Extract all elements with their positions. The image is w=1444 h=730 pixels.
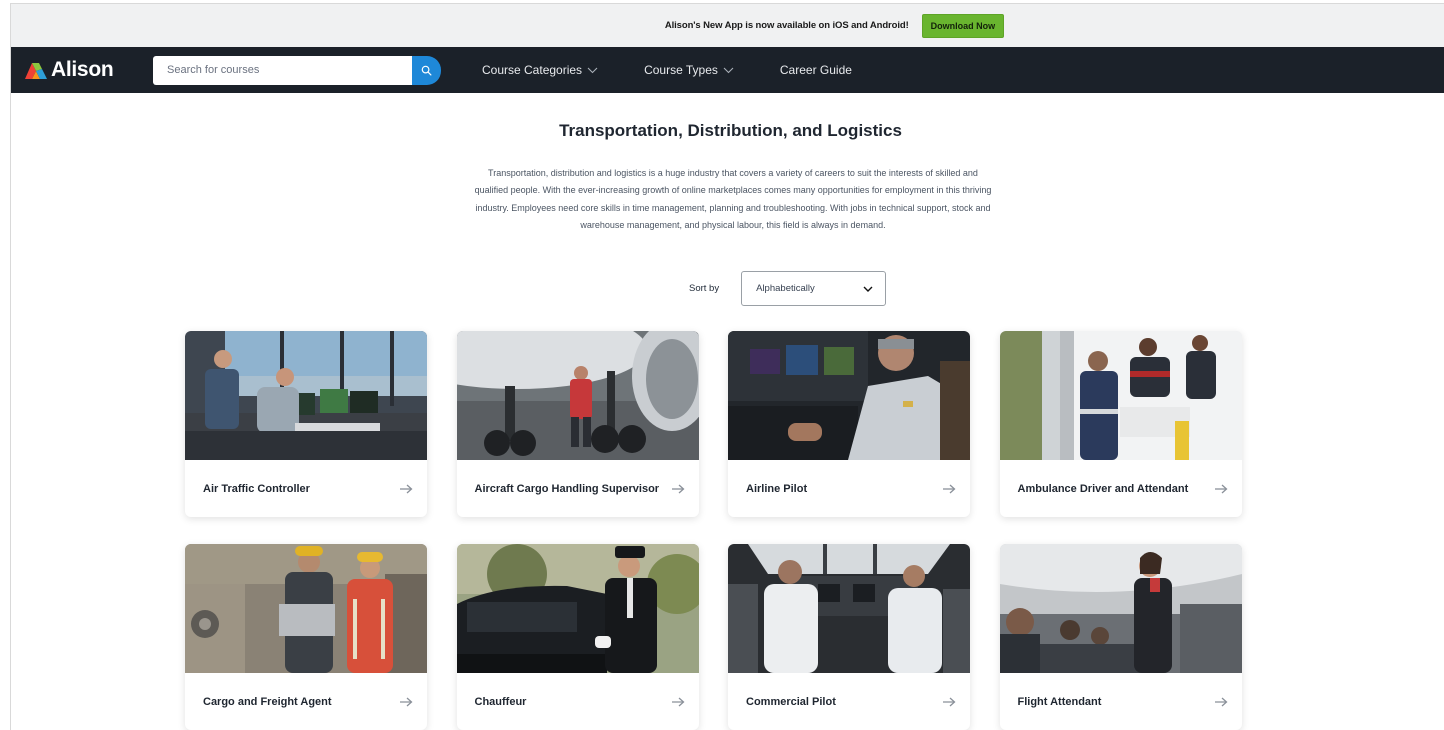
logo-text: Alison xyxy=(51,58,114,81)
promo-text: Alison's New App is now available on iOS… xyxy=(664,20,909,31)
arrow-right-icon xyxy=(1214,697,1227,706)
career-card[interactable]: Aircraft Cargo Handling Supervisor xyxy=(456,331,699,517)
search-bar: Search for courses xyxy=(153,55,441,85)
browser-frame: Alison's New App is now available on iOS… xyxy=(10,3,1444,730)
arrow-right-icon xyxy=(400,484,413,493)
arrow-right-icon xyxy=(943,697,956,706)
arrow-right-icon xyxy=(400,697,413,706)
career-card[interactable]: Airline Pilot xyxy=(728,331,970,517)
career-title: Cargo and Freight Agent xyxy=(203,695,332,708)
career-title: Chauffeur xyxy=(474,695,527,708)
career-title: Aircraft Cargo Handling Supervisor xyxy=(474,482,660,495)
card-footer: Cargo and Freight Agent xyxy=(185,673,427,730)
career-title: Ambulance Driver and Attendant xyxy=(1017,482,1189,495)
page-title: Transportation, Distribution, and Logist… xyxy=(559,121,902,140)
card-footer: Air Traffic Controller xyxy=(185,460,427,517)
career-title: Flight Attendant xyxy=(1017,695,1102,708)
nav-course-categories-label: Course Categories xyxy=(482,63,583,77)
alison-logo-icon xyxy=(25,63,47,79)
cockpit-pilot-photo xyxy=(728,331,970,460)
chauffeur-car-photo xyxy=(456,544,699,673)
nav-career-guide[interactable]: Career Guide xyxy=(780,63,852,77)
alison-logo[interactable]: Alison xyxy=(23,58,153,82)
career-card[interactable]: Flight Attendant xyxy=(999,544,1242,730)
career-title: Air Traffic Controller xyxy=(203,482,310,495)
sort-label: Sort by xyxy=(689,283,720,294)
card-footer: Ambulance Driver and Attendant xyxy=(1000,460,1242,517)
career-card[interactable]: Cargo and Freight Agent xyxy=(185,544,427,730)
card-footer: Aircraft Cargo Handling Supervisor xyxy=(457,460,699,517)
chevron-down-icon xyxy=(723,67,734,73)
warehouse-workers-photo xyxy=(185,544,427,673)
search-input[interactable]: Search for courses xyxy=(153,55,412,85)
arrow-right-icon xyxy=(1214,484,1227,493)
career-card[interactable]: Air Traffic Controller xyxy=(185,331,427,517)
search-icon xyxy=(421,65,432,75)
promo-banner: Alison's New App is now available on iOS… xyxy=(11,4,1444,47)
ambulance-photo xyxy=(999,331,1242,460)
career-title: Airline Pilot xyxy=(746,482,808,495)
page-intro: Transportation, distribution and logisti… xyxy=(474,168,992,230)
cabin-crew-photo xyxy=(999,544,1242,673)
nav-links: Course Categories Course Types Career Gu… xyxy=(482,63,852,77)
sort-select[interactable]: Alphabetically xyxy=(741,271,887,306)
sort-select-value: Alphabetically xyxy=(756,283,815,294)
career-card[interactable]: Chauffeur xyxy=(456,544,699,730)
arrow-right-icon xyxy=(671,484,684,493)
nav-career-guide-label: Career Guide xyxy=(779,63,852,77)
card-footer: Commercial Pilot xyxy=(728,673,970,730)
career-title: Commercial Pilot xyxy=(746,695,836,708)
flight-deck-photo xyxy=(728,544,970,673)
download-now-button[interactable]: Download Now xyxy=(921,13,1005,38)
careers-grid: Air Traffic Controller Aircraft Cargo Ha… xyxy=(185,331,1242,730)
card-footer: Airline Pilot xyxy=(728,460,970,517)
search-button[interactable] xyxy=(412,55,441,85)
nav-course-types-label: Course Types xyxy=(644,63,718,77)
chevron-down-icon xyxy=(863,286,873,292)
arrow-right-icon xyxy=(943,484,956,493)
sort-control: Sort by Alphabetically xyxy=(689,271,887,306)
card-footer: Flight Attendant xyxy=(1000,673,1242,730)
card-footer: Chauffeur xyxy=(457,673,699,730)
control-tower-photo xyxy=(185,331,427,460)
career-card[interactable]: Ambulance Driver and Attendant xyxy=(999,331,1242,517)
nav-course-categories[interactable]: Course Categories xyxy=(482,63,598,77)
top-navbar: Alison Search for courses Course Categor… xyxy=(11,47,1444,93)
arrow-right-icon xyxy=(671,697,684,706)
nav-course-types[interactable]: Course Types xyxy=(644,63,734,77)
chevron-down-icon xyxy=(587,67,598,73)
career-card[interactable]: Commercial Pilot xyxy=(728,544,970,730)
aircraft-ground-photo xyxy=(456,331,699,460)
